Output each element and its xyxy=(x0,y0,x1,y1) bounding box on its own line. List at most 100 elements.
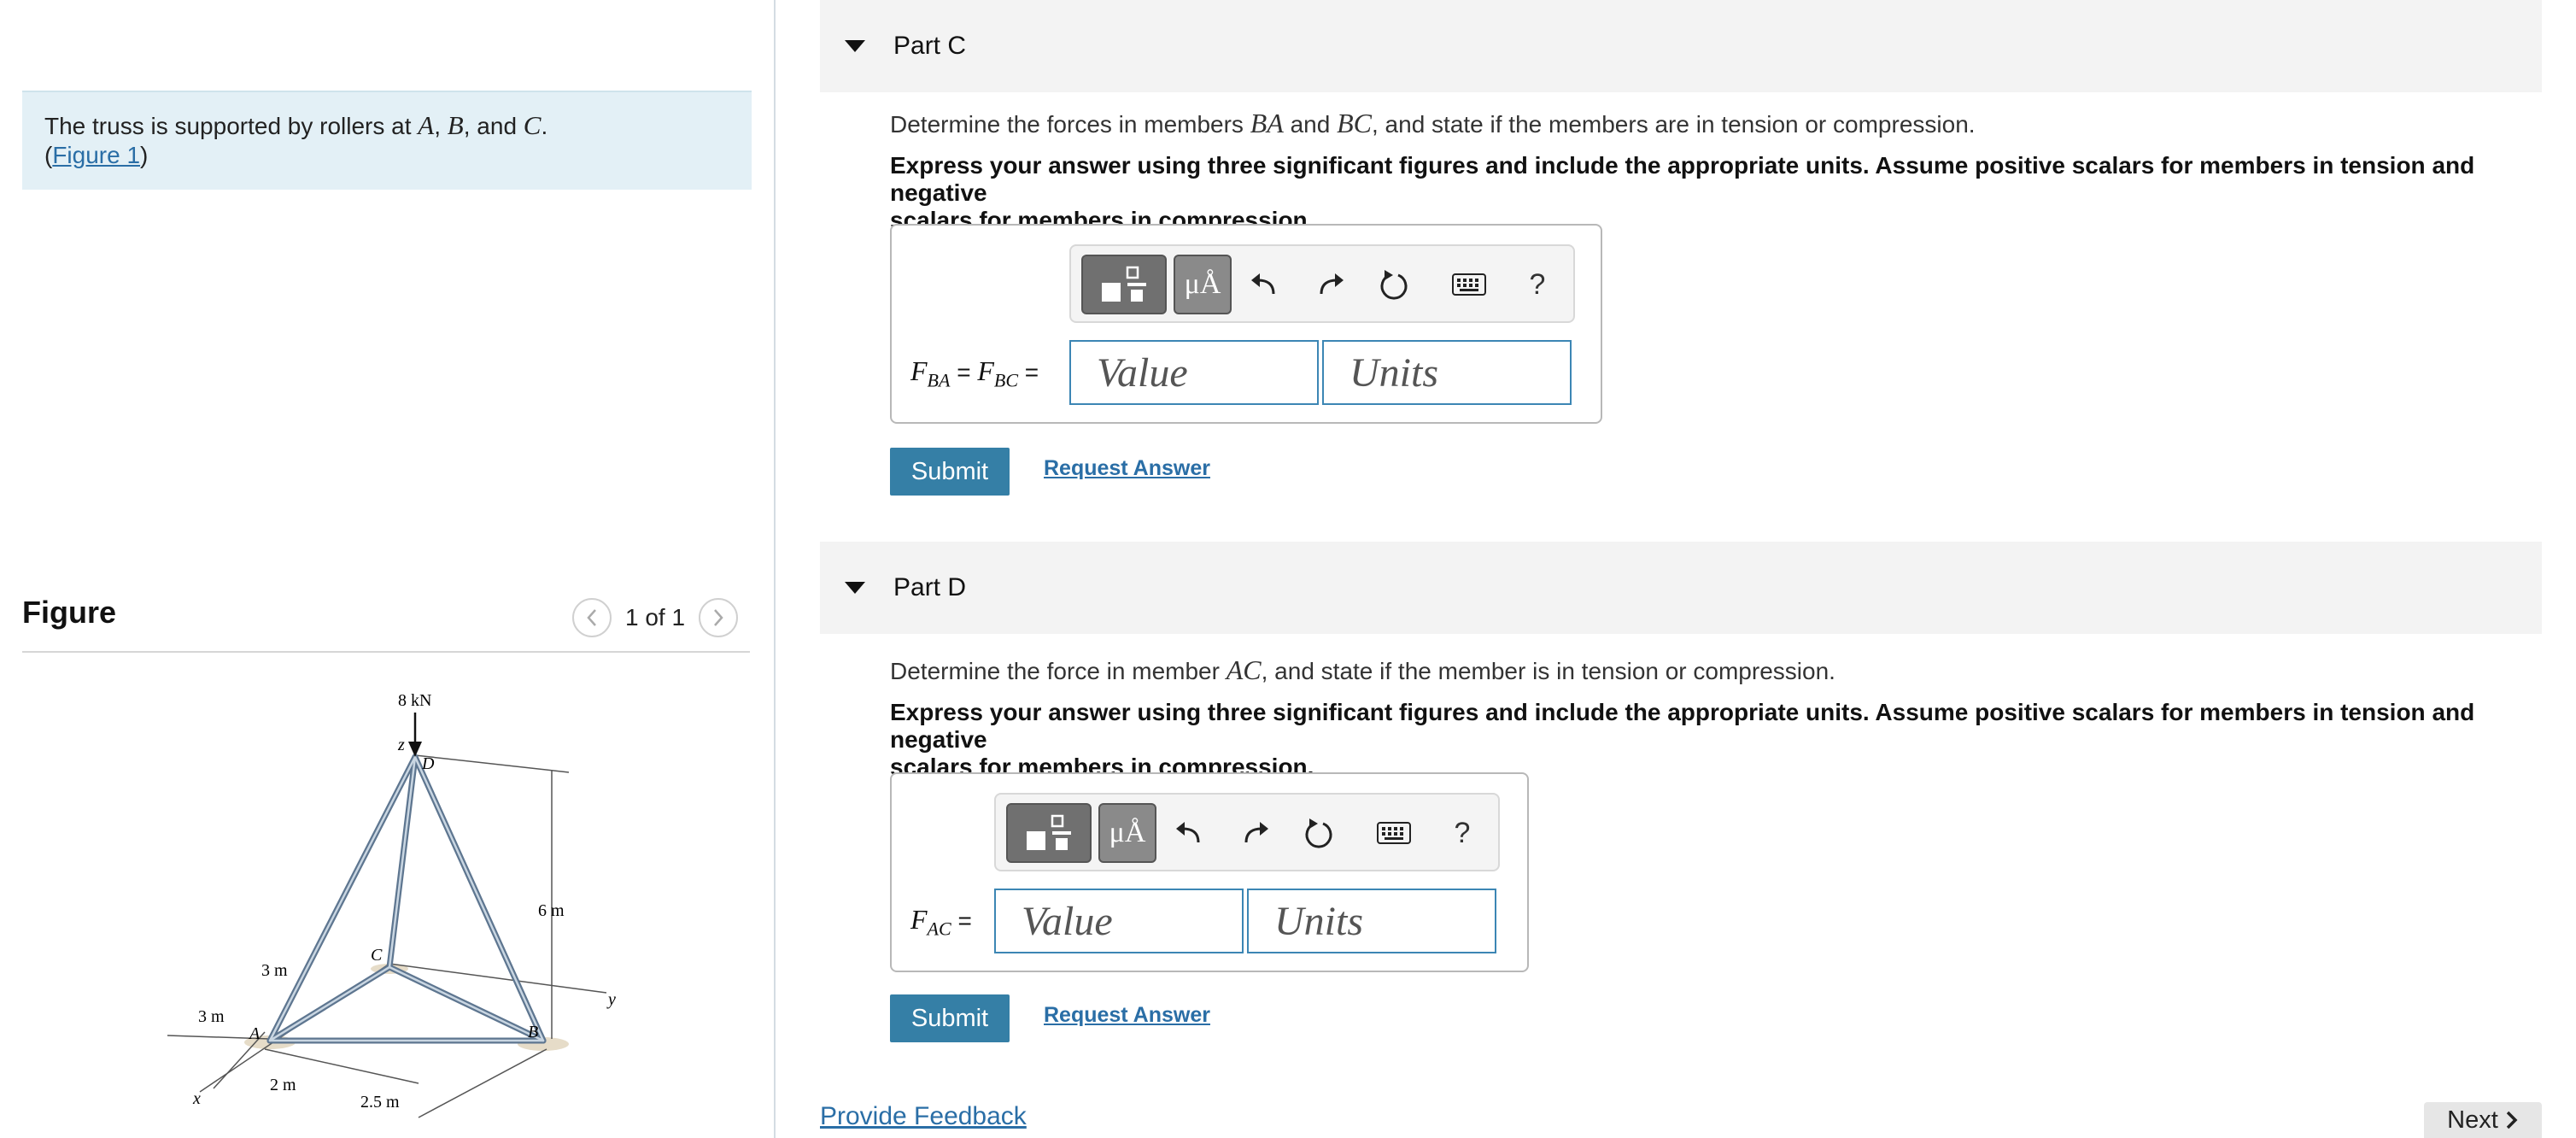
equals-sign: = xyxy=(950,359,978,385)
axis-x-label: x xyxy=(192,1089,201,1108)
reset-button[interactable] xyxy=(1293,803,1344,863)
part-c-title: Part C xyxy=(893,32,967,60)
redo-button[interactable] xyxy=(1230,803,1281,863)
intro-line: The truss is supported by rollers at A , … xyxy=(44,111,729,141)
collapse-triangle-icon xyxy=(845,40,865,52)
question-text: Determine the force in member xyxy=(890,658,1227,684)
part-d-answer-box: μÅ ? FAC = xyxy=(890,772,1529,972)
axis-z-label: z xyxy=(397,736,405,754)
label-F: F xyxy=(910,904,928,935)
help-button[interactable]: ? xyxy=(1512,255,1563,314)
dimension-3m-lower: 3 m xyxy=(198,1007,225,1026)
units-button[interactable]: μÅ xyxy=(1098,803,1156,863)
templates-icon xyxy=(1102,266,1146,302)
chevron-right-icon xyxy=(714,609,723,626)
load-arrowhead xyxy=(408,742,422,757)
part-c-units-input[interactable] xyxy=(1322,340,1572,405)
prev-figure-button[interactable] xyxy=(572,598,612,637)
chevron-right-icon xyxy=(2506,1111,2518,1129)
left-panel: The truss is supported by rollers at A , … xyxy=(0,0,774,1138)
point-B: B xyxy=(447,110,464,140)
label-F: F xyxy=(910,355,928,386)
next-label: Next xyxy=(2447,1106,2498,1134)
dimension-2m: 2 m xyxy=(270,1076,296,1094)
part-c-instruction: Express your answer using three signific… xyxy=(890,152,2496,234)
member-BA: BA xyxy=(1250,108,1284,138)
part-d-title: Part D xyxy=(893,573,967,601)
provide-feedback-link[interactable]: Provide Feedback xyxy=(820,1102,1027,1131)
next-figure-button[interactable] xyxy=(699,598,739,637)
question-text: , and state if the members are in tensio… xyxy=(1371,111,1976,138)
figure-1-link[interactable]: Figure 1 xyxy=(52,142,140,168)
part-c-submit-button[interactable]: Submit xyxy=(890,448,1010,496)
point-A: A xyxy=(418,110,435,140)
part-c-value-input[interactable] xyxy=(1069,340,1319,405)
intro-text: The truss is supported by rollers at xyxy=(44,113,419,139)
paren-open: ( xyxy=(44,142,53,168)
equals-sign: = xyxy=(1018,359,1039,385)
paren-close: ) xyxy=(140,142,149,168)
part-d-submit-button[interactable]: Submit xyxy=(890,994,1010,1042)
reset-icon xyxy=(1305,818,1332,848)
intro-period: . xyxy=(541,113,548,139)
math-toolbar: μÅ ? xyxy=(994,793,1500,871)
figure-reference: (Figure 1) xyxy=(44,141,729,170)
member-BC: BC xyxy=(1337,108,1372,138)
part-d-header[interactable]: Part D xyxy=(820,542,2542,634)
units-button[interactable]: μÅ xyxy=(1174,255,1232,314)
label-sub-BC: BC xyxy=(993,369,1019,391)
keyboard-icon xyxy=(1452,273,1486,296)
intro-sep: , xyxy=(434,113,448,139)
dimension-3m-upper: 3 m xyxy=(261,961,288,980)
question-text: , and state if the member is in tension … xyxy=(1261,658,1835,684)
keyboard-button[interactable] xyxy=(1443,255,1495,314)
part-d-request-answer-link[interactable]: Request Answer xyxy=(1044,1003,1210,1028)
help-button[interactable]: ? xyxy=(1437,803,1488,863)
label-sub-AC: AC xyxy=(927,918,951,940)
joint-C-label: C xyxy=(371,946,383,965)
joint-D-label: D xyxy=(421,754,435,773)
redo-icon xyxy=(1244,822,1268,843)
redo-button[interactable] xyxy=(1305,255,1356,314)
undo-icon xyxy=(1251,273,1275,295)
part-c-request-answer-link[interactable]: Request Answer xyxy=(1044,456,1210,481)
truss-members xyxy=(266,754,547,1044)
axis-y-label: y xyxy=(606,990,616,1009)
math-toolbar: μÅ ? xyxy=(1069,244,1575,323)
figure-divider xyxy=(22,651,750,653)
part-d-units-input[interactable] xyxy=(1247,889,1496,953)
reset-button[interactable] xyxy=(1368,255,1420,314)
instruction-line: Express your answer using three signific… xyxy=(890,699,2475,753)
load-label: 8 kN xyxy=(398,691,431,710)
part-d-value-input[interactable] xyxy=(994,889,1244,953)
figure-pager: 1 of 1 xyxy=(572,596,739,639)
templates-button[interactable] xyxy=(1081,255,1167,314)
point-C: C xyxy=(523,110,542,140)
height-dimension: 6 m xyxy=(538,901,565,920)
part-d-answer-label: FAC = xyxy=(910,904,972,940)
problem-intro: The truss is supported by rollers at A , … xyxy=(22,91,752,190)
member-AC: AC xyxy=(1226,654,1262,685)
undo-button[interactable] xyxy=(1238,255,1290,314)
part-c-header[interactable]: Part C xyxy=(820,0,2542,92)
templates-button[interactable] xyxy=(1006,803,1092,863)
part-d-question: Determine the force in member AC, and st… xyxy=(890,654,1835,686)
part-c-question: Determine the forces in members BA and B… xyxy=(890,108,1976,139)
next-button[interactable]: Next xyxy=(2424,1102,2542,1138)
question-text: Determine the forces in members xyxy=(890,111,1250,138)
joint-A-label: A xyxy=(248,1024,261,1043)
equals-sign: = xyxy=(951,907,972,934)
dimension-2-5m: 2.5 m xyxy=(360,1093,400,1112)
part-c-answer-label: FBA = FBC = xyxy=(910,355,1039,391)
chevron-left-icon xyxy=(587,609,596,626)
part-d-instruction: Express your answer using three signific… xyxy=(890,699,2496,781)
reset-icon xyxy=(1380,270,1408,300)
panel-divider xyxy=(774,0,776,1138)
truss-figure: 8 kN z D C A B x y 6 m 3 m 3 m 2 m 2.5 m xyxy=(167,691,616,1118)
keyboard-button[interactable] xyxy=(1368,803,1420,863)
part-c-answer-box: μÅ ? FBA = FBC = xyxy=(890,224,1602,424)
undo-button[interactable] xyxy=(1163,803,1215,863)
redo-icon xyxy=(1320,273,1344,295)
figure-heading: Figure xyxy=(22,595,117,630)
figure-page-count: 1 of 1 xyxy=(625,604,686,631)
